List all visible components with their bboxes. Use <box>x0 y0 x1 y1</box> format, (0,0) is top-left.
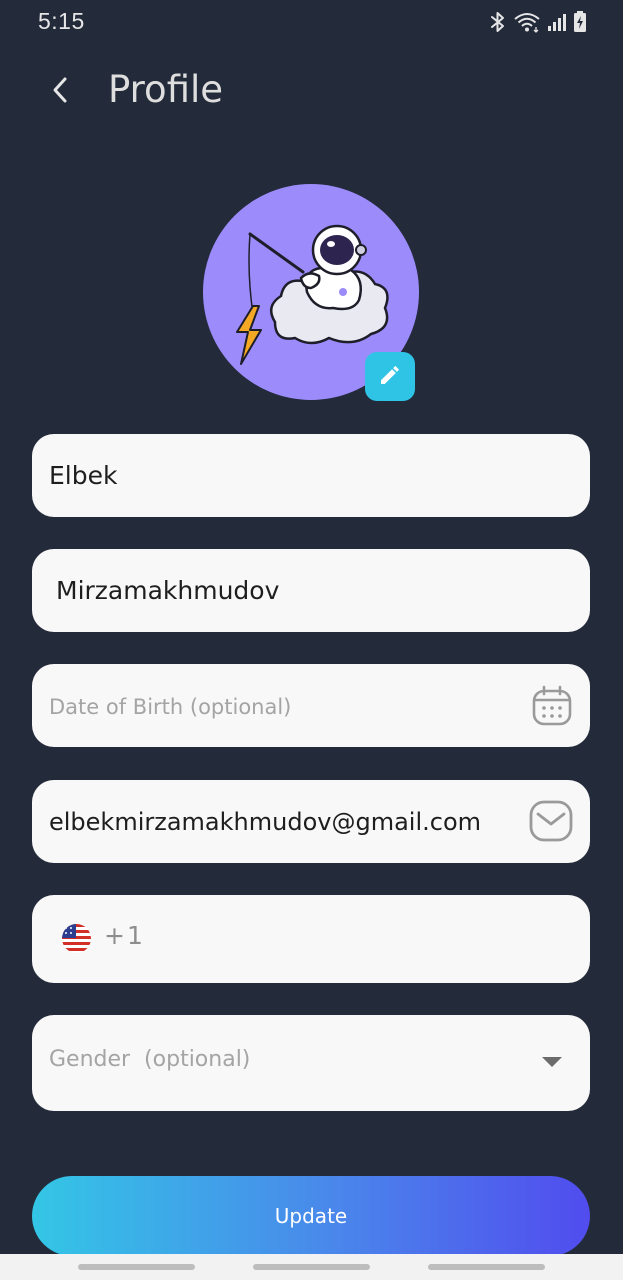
bluetooth-icon <box>489 11 507 33</box>
last-name-field <box>32 549 590 632</box>
edit-avatar-button[interactable] <box>365 352 415 401</box>
battery-charging-icon <box>573 11 587 33</box>
chevron-left-icon <box>50 76 70 108</box>
back-button[interactable] <box>38 70 82 114</box>
status-icons <box>489 10 587 34</box>
mail-icon <box>529 800 573 842</box>
date-of-birth-field <box>32 664 590 747</box>
update-button[interactable]: Update <box>32 1176 590 1256</box>
first-name-field <box>32 434 590 517</box>
dropdown-arrow-icon <box>542 1057 562 1067</box>
phone-country-code: +1 <box>104 921 145 950</box>
email-input[interactable] <box>32 780 590 863</box>
email-field <box>32 780 590 863</box>
phone-field: +1 <box>32 895 590 983</box>
us-flag-icon[interactable] <box>62 924 91 953</box>
nav-back-button[interactable] <box>428 1264 545 1270</box>
date-of-birth-input[interactable] <box>32 664 590 747</box>
status-bar: 5:15 <box>0 0 623 46</box>
first-name-input[interactable] <box>32 434 590 517</box>
page-title: Profile <box>108 68 224 111</box>
wifi-icon <box>513 11 541 33</box>
navigation-bar <box>0 1254 623 1280</box>
last-name-input[interactable] <box>32 549 590 632</box>
gender-select[interactable]: Gender (optional) <box>32 1015 590 1111</box>
status-time: 5:15 <box>38 8 85 34</box>
pencil-icon <box>378 363 402 391</box>
signal-icon <box>547 12 567 32</box>
calendar-icon[interactable] <box>532 685 572 727</box>
nav-recent-button[interactable] <box>78 1264 195 1270</box>
phone-input[interactable] <box>142 895 582 983</box>
nav-home-button[interactable] <box>253 1264 370 1270</box>
gender-select-value: Gender (optional) <box>49 1047 251 1072</box>
